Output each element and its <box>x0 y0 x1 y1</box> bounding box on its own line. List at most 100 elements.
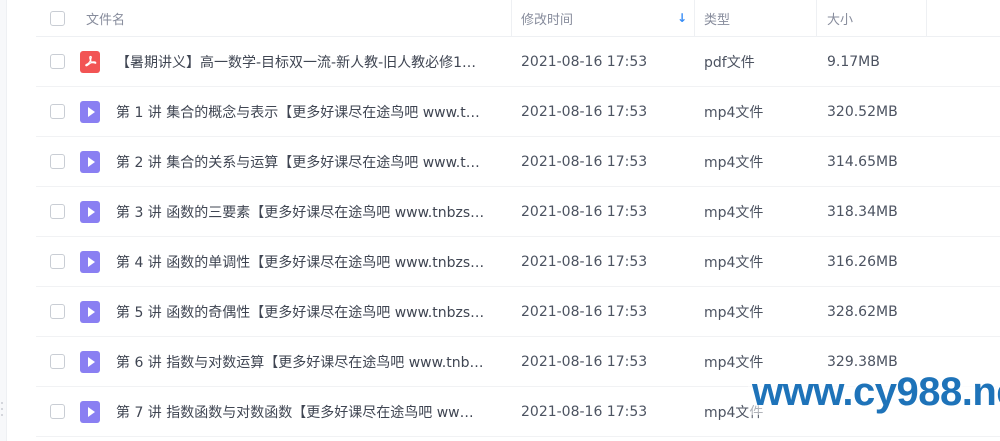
file-type-label-cell: mp4文件 <box>704 187 816 236</box>
video-icon <box>80 300 100 323</box>
file-type-label-cell: pdf文件 <box>704 37 816 86</box>
file-size-cell: 328.62MB <box>827 287 957 336</box>
modified-time: 2021-08-16 17:53 <box>521 103 648 120</box>
file-name-cell[interactable]: 第 7 讲 指数函数与对数函数【更多好课尽在途鸟吧 ww… <box>116 387 526 436</box>
file-size: 329.38MB <box>827 353 898 370</box>
row-select-cell <box>50 87 70 136</box>
watermark-logo: www.cy988.net <box>748 370 1000 415</box>
file-type-label-cell: mp4文件 <box>704 137 816 186</box>
column-divider[interactable] <box>511 0 512 36</box>
file-name-cell[interactable]: 第 2 讲 集合的关系与运算【更多好课尽在途鸟吧 www.t… <box>116 137 526 186</box>
file-name-cell[interactable]: 第 4 讲 函数的单调性【更多好课尽在途鸟吧 www.tnbzs… <box>116 237 526 286</box>
row-select-cell <box>50 37 70 86</box>
file-list-page: 文件名 修改时间 ↓ 类型 大小 【暑期讲义】高一数学-目标双一流-新人教-旧人… <box>0 0 1000 441</box>
video-icon <box>80 350 100 373</box>
header-size[interactable]: 大小 <box>827 0 957 36</box>
file-size: 316.26MB <box>827 253 898 270</box>
row-select-cell <box>50 237 70 286</box>
file-name[interactable]: 第 7 讲 指数函数与对数函数【更多好课尽在途鸟吧 ww… <box>116 402 474 422</box>
file-name-cell[interactable]: 第 6 讲 指数与对数运算【更多好课尽在途鸟吧 www.tnb… <box>116 337 526 386</box>
file-type-cell <box>80 387 102 436</box>
file-size: 318.34MB <box>827 203 898 220</box>
play-icon <box>87 106 95 117</box>
table-row[interactable]: 第 3 讲 函数的三要素【更多好课尽在途鸟吧 www.tnbzs… 2021-0… <box>36 187 1000 237</box>
modified-time: 2021-08-16 17:53 <box>521 53 648 70</box>
file-size: 320.52MB <box>827 103 898 120</box>
file-type-cell <box>80 237 102 286</box>
file-type-cell <box>80 337 102 386</box>
file-size: 9.17MB <box>827 53 880 70</box>
modified-time-cell: 2021-08-16 17:53 <box>521 137 697 186</box>
play-icon <box>87 406 95 417</box>
sort-desc-icon[interactable]: ↓ <box>677 0 691 36</box>
file-name[interactable]: 第 1 讲 集合的概念与表示【更多好课尽在途鸟吧 www.t… <box>116 102 480 122</box>
row-checkbox[interactable] <box>50 254 65 269</box>
drag-handle-icon[interactable] <box>1 402 4 416</box>
file-name[interactable]: 【暑期讲义】高一数学-目标双一流-新人教-旧人教必修1… <box>116 52 476 72</box>
table-row[interactable]: 第 1 讲 集合的概念与表示【更多好课尽在途鸟吧 www.t… 2021-08-… <box>36 87 1000 137</box>
header-modified-time[interactable]: 修改时间 <box>521 0 697 36</box>
file-name-cell[interactable]: 第 3 讲 函数的三要素【更多好课尽在途鸟吧 www.tnbzs… <box>116 187 526 236</box>
row-select-cell <box>50 387 70 436</box>
modified-time: 2021-08-16 17:53 <box>521 153 648 170</box>
modified-time-cell: 2021-08-16 17:53 <box>521 287 697 336</box>
play-icon <box>87 156 95 167</box>
play-icon <box>87 206 95 217</box>
modified-time: 2021-08-16 17:53 <box>521 403 648 420</box>
modified-time-cell: 2021-08-16 17:53 <box>521 387 697 436</box>
file-name[interactable]: 第 6 讲 指数与对数运算【更多好课尽在途鸟吧 www.tnb… <box>116 352 483 372</box>
file-type-cell <box>80 137 102 186</box>
table-row[interactable]: 第 5 讲 函数的奇偶性【更多好课尽在途鸟吧 www.tnbzs… 2021-0… <box>36 287 1000 337</box>
row-checkbox[interactable] <box>50 54 65 69</box>
modified-time-cell: 2021-08-16 17:53 <box>521 237 697 286</box>
file-size-cell: 316.26MB <box>827 237 957 286</box>
row-checkbox[interactable] <box>50 304 65 319</box>
sidebar-edge <box>0 0 7 441</box>
select-all-checkbox[interactable] <box>50 10 65 26</box>
video-icon <box>80 400 100 423</box>
row-checkbox[interactable] <box>50 404 65 419</box>
table-row[interactable]: 第 2 讲 集合的关系与运算【更多好课尽在途鸟吧 www.t… 2021-08-… <box>36 137 1000 187</box>
table-row[interactable]: 【暑期讲义】高一数学-目标双一流-新人教-旧人教必修1… 2021-08-16 … <box>36 37 1000 87</box>
column-divider[interactable] <box>816 0 817 36</box>
modified-time-cell: 2021-08-16 17:53 <box>521 187 697 236</box>
file-size-cell: 320.52MB <box>827 87 957 136</box>
modified-time: 2021-08-16 17:53 <box>521 303 648 320</box>
file-name[interactable]: 第 4 讲 函数的单调性【更多好课尽在途鸟吧 www.tnbzs… <box>116 252 484 272</box>
file-type: mp4文件 <box>704 104 764 121</box>
row-checkbox[interactable] <box>50 354 65 369</box>
row-checkbox[interactable] <box>50 104 65 119</box>
row-select-cell <box>50 137 70 186</box>
pdf-icon <box>80 50 100 73</box>
file-name-cell[interactable]: 【暑期讲义】高一数学-目标双一流-新人教-旧人教必修1… <box>116 37 526 86</box>
video-icon <box>80 150 100 173</box>
file-size-cell: 318.34MB <box>827 187 957 236</box>
file-type-cell <box>80 187 102 236</box>
file-type: mp4文件 <box>704 204 764 221</box>
file-size-cell: 9.17MB <box>827 37 957 86</box>
header-name[interactable]: 文件名 <box>86 0 496 36</box>
modified-time-cell: 2021-08-16 17:53 <box>521 87 697 136</box>
file-type-label-cell: mp4文件 <box>704 87 816 136</box>
column-divider[interactable] <box>694 0 695 36</box>
table-row[interactable]: 第 4 讲 函数的单调性【更多好课尽在途鸟吧 www.tnbzs… 2021-0… <box>36 237 1000 287</box>
file-type-label-cell: mp4文件 <box>704 287 816 336</box>
file-name[interactable]: 第 3 讲 函数的三要素【更多好课尽在途鸟吧 www.tnbzs… <box>116 202 484 222</box>
file-type-cell <box>80 87 102 136</box>
file-name[interactable]: 第 2 讲 集合的关系与运算【更多好课尽在途鸟吧 www.t… <box>116 152 480 172</box>
table-header: 文件名 修改时间 ↓ 类型 大小 <box>36 0 1000 37</box>
row-checkbox[interactable] <box>50 204 65 219</box>
file-name[interactable]: 第 5 讲 函数的奇偶性【更多好课尽在途鸟吧 www.tnbzs… <box>116 302 484 322</box>
video-icon <box>80 250 100 273</box>
file-type: pdf文件 <box>704 54 755 71</box>
column-divider[interactable] <box>926 0 927 36</box>
file-type-cell <box>80 37 102 86</box>
header-type[interactable]: 类型 <box>704 0 816 36</box>
row-checkbox[interactable] <box>50 154 65 169</box>
file-name-cell[interactable]: 第 1 讲 集合的概念与表示【更多好课尽在途鸟吧 www.t… <box>116 87 526 136</box>
file-type: mp4文件 <box>704 254 764 271</box>
file-name-cell[interactable]: 第 5 讲 函数的奇偶性【更多好课尽在途鸟吧 www.tnbzs… <box>116 287 526 336</box>
file-type: mp4文件 <box>704 304 764 321</box>
video-icon <box>80 100 100 123</box>
select-all-cell <box>50 0 70 36</box>
